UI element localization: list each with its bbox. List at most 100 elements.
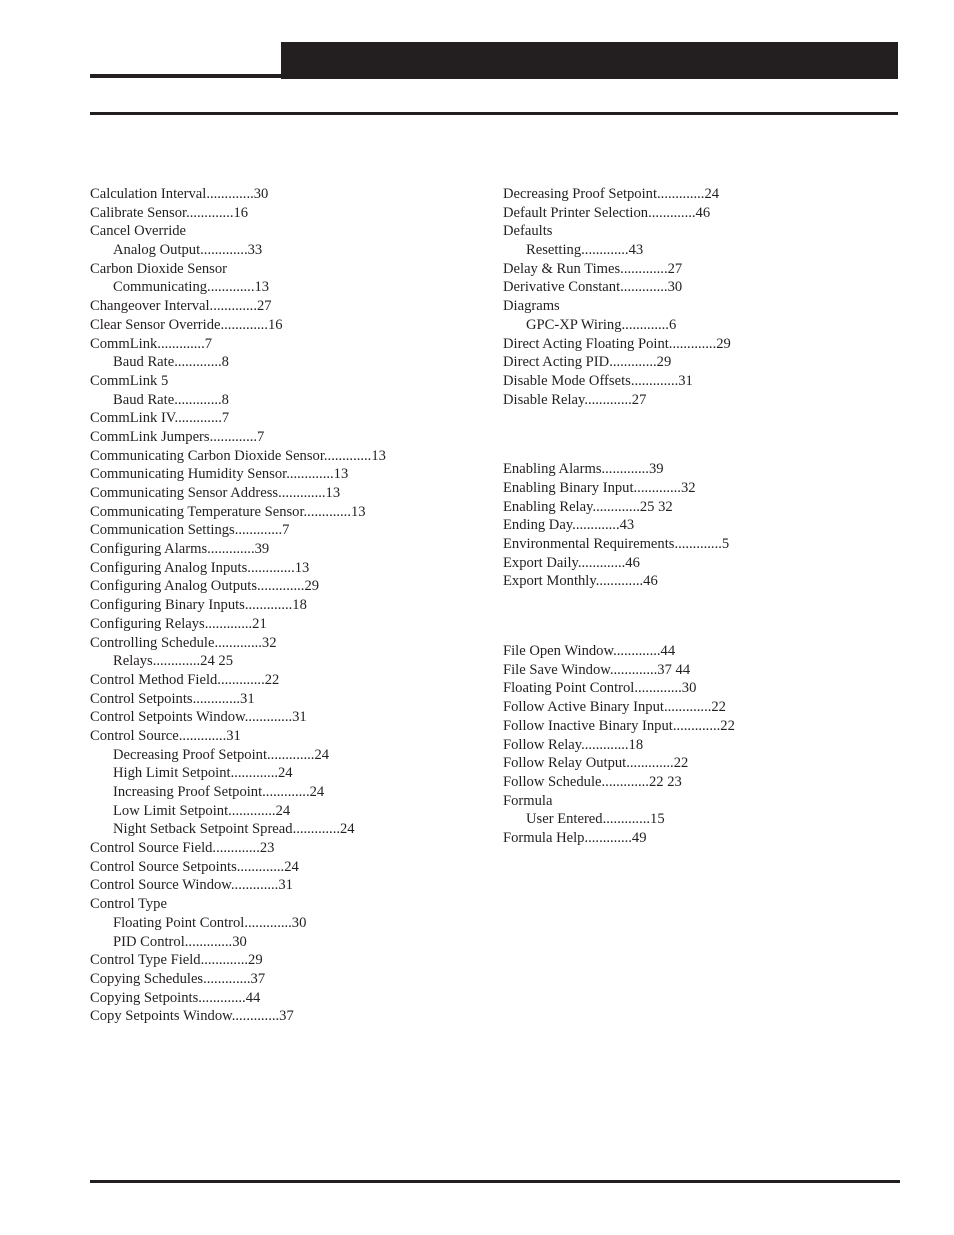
- index-term: Default Printer Selection: [503, 204, 649, 221]
- index-term: Controlling Schedule: [90, 634, 215, 651]
- index-term: Formula Help: [503, 829, 585, 846]
- index-term: Copy Setpoints Window: [90, 1008, 232, 1025]
- index-term: Communicating Temperature Sensor: [90, 503, 304, 520]
- index-leader-dots: .............: [234, 522, 283, 539]
- index-page-numbers: 27: [631, 391, 647, 408]
- index-page-numbers: 24: [278, 765, 293, 782]
- index-leader-dots: .............: [630, 372, 679, 389]
- index-term: Control Source: [90, 727, 179, 744]
- index-leader-dots: .............: [595, 573, 644, 590]
- index-entry: Communicating Sensor Address............…: [90, 484, 386, 503]
- index-leader-dots: .............: [257, 578, 305, 595]
- index-term: Defaults: [503, 223, 553, 240]
- index-entry: Formula Help.............49: [503, 829, 735, 848]
- index-page-numbers: 15: [650, 811, 665, 828]
- index-page-numbers: 31: [678, 372, 693, 389]
- index-term: Cancel Override: [90, 223, 187, 240]
- index-subentry: High Limit Setpoint.............24: [90, 764, 386, 783]
- index-entry: Enabling Relay.............25 32: [503, 498, 735, 517]
- index-subentry: Low Limit Setpoint.............24: [90, 802, 386, 821]
- index-page-numbers: 37: [250, 970, 266, 987]
- index-term: Disable Mode Offsets: [503, 372, 631, 389]
- index-page-numbers: 8: [221, 391, 229, 408]
- index-leader-dots: .............: [620, 279, 668, 296]
- index-page-numbers: 37: [279, 1008, 294, 1025]
- index-subentry: Baud Rate.............8: [90, 353, 386, 372]
- index-entry: Defaults: [503, 222, 735, 241]
- index-term: CommLink IV: [90, 410, 175, 427]
- index-page-numbers: 27: [667, 260, 683, 277]
- index-leader-dots: .............: [292, 821, 340, 838]
- index-leader-dots: .............: [602, 811, 651, 828]
- index-entry: Control Source Field.............23: [90, 839, 386, 858]
- index-subentry: Night Setback Setpoint Spread...........…: [90, 820, 386, 839]
- index-term: Follow Schedule: [503, 773, 602, 790]
- index-leader-dots: .............: [626, 755, 674, 772]
- index-entry: Control Source.............31: [90, 727, 386, 746]
- index-entry: Communicating Carbon Dioxide Sensor.....…: [90, 447, 386, 466]
- index-entry: Calibrate Sensor.............16: [90, 204, 386, 223]
- index-leader-dots: .............: [572, 517, 620, 534]
- index-leader-dots: .............: [228, 802, 276, 819]
- index-leader-dots: .............: [244, 597, 293, 614]
- index-term: Baud Rate: [113, 354, 175, 371]
- index-entry: File Save Window.............37 44: [503, 661, 735, 680]
- index-entry: Configuring Alarms.............39: [90, 540, 386, 559]
- index-leader-dots: .............: [231, 1008, 280, 1025]
- index-page-numbers: 24: [314, 746, 330, 763]
- index-leader-dots: .............: [323, 447, 372, 464]
- index-page-numbers: 13: [325, 485, 341, 501]
- index-entry: Control Method Field.............22: [90, 671, 386, 690]
- index-page-numbers: 24: [340, 821, 355, 838]
- index-term: Enabling Alarms: [503, 461, 602, 478]
- index-page-numbers: 7: [257, 428, 265, 445]
- index-leader-dots: .............: [220, 316, 268, 333]
- index-entry: Control Source Setpoints.............24: [90, 858, 386, 877]
- index-leader-dots: .............: [609, 354, 657, 371]
- index-leader-dots: .............: [267, 746, 315, 763]
- index-leader-dots: .............: [672, 717, 721, 734]
- index-term: Communicating: [113, 279, 208, 296]
- index-term: Diagrams: [503, 298, 560, 315]
- index-page-numbers: 30: [253, 186, 269, 202]
- index-entry: Communicating Humidity Sensor...........…: [90, 465, 386, 484]
- index-page-numbers: 22: [264, 671, 280, 688]
- index-leader-dots: .............: [592, 498, 640, 515]
- index-entry: Control Type Field.............29: [90, 951, 386, 970]
- index-term: Analog Output: [113, 242, 201, 259]
- index-term: Control Type Field: [90, 952, 201, 969]
- index-term: Configuring Binary Inputs: [90, 597, 245, 614]
- index-term: Control Source Setpoints: [90, 858, 237, 875]
- index-leader-dots: .............: [198, 989, 246, 1006]
- index-term: Export Daily: [503, 554, 578, 571]
- index-leader-dots: .............: [609, 661, 658, 678]
- index-leader-dots: .............: [648, 204, 696, 221]
- index-term: Environmental Requirements: [503, 536, 675, 552]
- index-page-numbers: 31: [240, 690, 255, 707]
- index-leader-dots: .............: [581, 242, 629, 259]
- index-leader-dots: .............: [174, 410, 222, 427]
- index-leader-dots: .............: [577, 554, 626, 571]
- index-term: Control Source Window: [90, 877, 231, 894]
- index-leader-dots: .............: [613, 643, 661, 660]
- index-leader-dots: .............: [236, 858, 285, 875]
- index-entry: Follow Inactive Binary Input............…: [503, 717, 735, 736]
- index-page-numbers: 46: [695, 204, 711, 221]
- letter-group-gap: [503, 409, 735, 460]
- index-term: PID Control: [113, 933, 185, 950]
- index-page-numbers: 6: [668, 316, 677, 333]
- index-entry: Follow Schedule.............22 23: [503, 773, 735, 792]
- index-entry: Enabling Binary Input.............32: [503, 479, 735, 498]
- index-term: Delay & Run Times: [503, 260, 621, 277]
- index-page-numbers: 29: [304, 578, 320, 595]
- index-term: File Open Window: [503, 643, 614, 660]
- index-leader-dots: .............: [207, 279, 255, 296]
- index-page-numbers: 33: [247, 242, 263, 259]
- index-leader-dots: .............: [186, 204, 234, 221]
- index-subentry: Analog Output.............33: [90, 241, 386, 260]
- index-page-numbers: 30: [291, 914, 307, 931]
- index-entry: Configuring Analog Outputs.............2…: [90, 577, 386, 596]
- index-entry: File Open Window.............44: [503, 642, 735, 661]
- index-term: File Save Window: [503, 661, 610, 678]
- index-leader-dots: .............: [230, 877, 279, 894]
